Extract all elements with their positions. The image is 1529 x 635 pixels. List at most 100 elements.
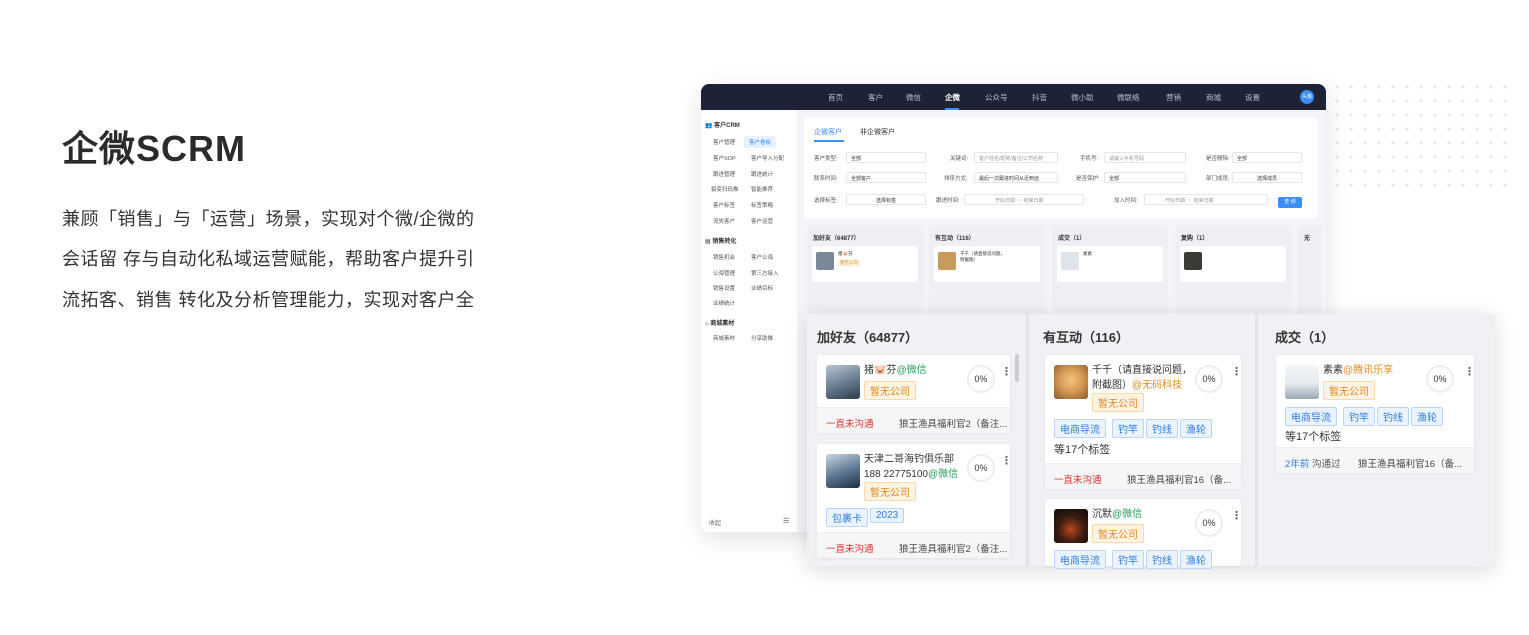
filter-label: 选择标签:: [814, 198, 838, 204]
sidebar-group-sales[interactable]: ▤ 销售转化: [705, 236, 736, 245]
menu-icon[interactable]: ☰: [783, 517, 789, 525]
nav-item-douyin[interactable]: 抖音: [1032, 92, 1047, 103]
sidebar-item[interactable]: 销售机会: [713, 253, 735, 261]
contact-status: 一直未沟通: [826, 544, 874, 555]
nav-item-home[interactable]: 首页: [828, 92, 843, 103]
tab-wecom-customers[interactable]: 企微客户: [814, 127, 842, 137]
owner-name: 狼王渔具福利官2（备注...: [899, 544, 1007, 555]
sidebar-item[interactable]: 销售设置: [713, 284, 735, 292]
column-title: 无: [1304, 236, 1311, 242]
nav-item-marketing[interactable]: 营销: [1166, 92, 1181, 103]
tag: 电商导流: [1054, 550, 1106, 569]
follow-date-range[interactable]: 开始日期 ~ 结束日期: [964, 194, 1084, 205]
more-icon[interactable]: ⋮: [1231, 509, 1242, 522]
sidebar-group-crm[interactable]: 👥 客户CRM: [705, 120, 740, 129]
card-footer: 一直未沟通 狼王渔具福利官16（备...: [1045, 463, 1241, 489]
mini-card-name: 千千（请直接说问题，附截图）: [960, 251, 1005, 262]
deleted-select[interactable]: 全部: [1232, 152, 1302, 163]
more-icon[interactable]: ⋮: [1001, 454, 1012, 467]
sidebar-item[interactable]: 跟进统计: [751, 170, 773, 178]
customer-card[interactable]: 沉默@微信 暂无公司 0% ⋮ 电商导流 钓竿 钓线 渔轮: [1045, 499, 1242, 569]
sidebar-item[interactable]: 公海管理: [713, 269, 735, 277]
tag-select[interactable]: 选择标签: [846, 194, 926, 205]
owner-name: 狼王渔具福利官16（备...: [1358, 459, 1462, 470]
customer-source: @微信: [896, 365, 927, 376]
progress-ring: 0%: [1195, 365, 1223, 393]
nav-item-settings[interactable]: 设置: [1245, 92, 1260, 103]
sidebar-item[interactable]: 商城素材: [713, 334, 735, 342]
mini-card[interactable]: 猪🐷芬 暂无公司: [812, 246, 918, 282]
more-tags-count: 等17个标签: [1285, 431, 1342, 443]
tag-list: 电商导流 钓竿 钓线 渔轮: [1054, 419, 1239, 438]
sidebar-group-mall[interactable]: ⌂ 商城素材: [705, 318, 734, 327]
kanban-zoom-panel: 加好友（64877） 猪🐷芬@微信 暂无公司 0% ⋮ 一直未沟通 狼王渔具福利…: [807, 314, 1495, 569]
sidebar-item[interactable]: 流失客户: [713, 217, 735, 225]
sidebar-item[interactable]: 分享助推: [751, 334, 773, 342]
tab-non-wecom-customers[interactable]: 非企微客户: [860, 127, 895, 137]
sidebar-item[interactable]: 客户管理: [713, 138, 735, 146]
sidebar-item[interactable]: 客户公海: [751, 253, 773, 261]
column-divider: [1026, 314, 1029, 566]
mini-card[interactable]: 素素: [1057, 246, 1163, 282]
contact-status: 2年前 沟通过: [1285, 456, 1340, 470]
kanban-column-small: 成交（1） 素素: [1052, 226, 1168, 316]
member-select[interactable]: 选择成员: [1232, 172, 1302, 183]
tag: 钓竿: [1343, 407, 1375, 426]
nav-item-official-account[interactable]: 公众号: [985, 92, 1008, 103]
nav-item-wecom[interactable]: 企微: [945, 92, 960, 103]
kanban-column-small: 无: [1298, 226, 1322, 316]
filter-label: 加入时间:: [1114, 198, 1138, 204]
nav-item-wechat[interactable]: 微信: [906, 92, 921, 103]
sidebar-item-selected[interactable]: 客户看板: [744, 136, 777, 148]
sidebar-item[interactable]: 裂变扫码推: [711, 185, 739, 193]
avatar: [1061, 252, 1079, 270]
more-icon[interactable]: ⋮: [1231, 365, 1242, 378]
customer-card[interactable]: 猪🐷芬@微信 暂无公司 0% ⋮ 一直未沟通 狼王渔具福利官2（备注...: [817, 355, 1012, 433]
column-title: 成交（1）: [1058, 236, 1086, 242]
more-icon[interactable]: ⋮: [1464, 365, 1475, 378]
sidebar-item[interactable]: 客户SOP: [713, 154, 736, 162]
customer-card[interactable]: 千千（请直接说问题，附截图）@无码科技 暂无公司 0% ⋮ 电商导流 钓竿 钓线…: [1045, 355, 1242, 489]
mini-card[interactable]: 千千（请直接说问题，附截图）: [934, 246, 1040, 282]
user-avatar[interactable]: 头像: [1300, 90, 1314, 104]
phone-input[interactable]: 请输入手机号码: [1104, 152, 1186, 163]
sidebar-item[interactable]: 业绩统计: [713, 299, 735, 307]
sidebar-collapse-button[interactable]: 收起: [709, 518, 721, 527]
sidebar-item[interactable]: 智能推荐: [751, 185, 773, 193]
card-footer: 一直未沟通 狼王渔具福利官2（备注...: [817, 407, 1010, 433]
sidebar-item[interactable]: 业绩目标: [751, 284, 773, 292]
tag: 包裹卡: [826, 508, 868, 527]
customer-name: 千千（请直接说问题，附截图）@无码科技: [1092, 363, 1192, 393]
query-button[interactable]: 查 询: [1278, 197, 1302, 208]
contact-status: 一直未沟通: [826, 419, 874, 430]
sidebar-item[interactable]: 跟进管理: [713, 170, 735, 178]
sidebar-item[interactable]: 客户导入分配: [751, 154, 784, 162]
customer-type-select[interactable]: 全部: [846, 152, 926, 163]
customer-card[interactable]: 天津二哥海钓俱乐部188 22775100@微信 暂无公司 0% ⋮ 包裹卡 2…: [817, 444, 1012, 558]
join-date-range[interactable]: 开始日期 ~ 结束日期: [1144, 194, 1268, 205]
sidebar-item[interactable]: 第三方接入: [751, 269, 779, 277]
kanban-column-small: 加好友（64877） 猪🐷芬 暂无公司: [807, 226, 923, 316]
sidebar-item[interactable]: 标签策略: [751, 201, 773, 209]
protected-select[interactable]: 全部: [1104, 172, 1186, 183]
keyword-input[interactable]: 客户姓名/昵称/备注/公司名称: [974, 152, 1058, 163]
tag: 电商导流: [1054, 419, 1106, 438]
nav-item-contact[interactable]: 微联络: [1117, 92, 1140, 103]
mini-card[interactable]: [1180, 246, 1286, 282]
sidebar-item[interactable]: 客户运营: [751, 217, 773, 225]
contact-time-select[interactable]: 全部客户: [846, 172, 926, 183]
sidebar-item[interactable]: 客户标签: [713, 201, 735, 209]
customer-source: @微信: [1112, 509, 1143, 520]
more-icon[interactable]: ⋮: [1001, 365, 1012, 378]
column-scrollbar[interactable]: [1015, 354, 1019, 382]
filter-panel: 企微客户 非企微客户 客户类型: 全部 关键词: 客户姓名/昵称/备注/公司名称…: [804, 118, 1318, 218]
nav-item-mall[interactable]: 商城: [1206, 92, 1221, 103]
sort-select[interactable]: 最后一次跟进时间从近到远: [974, 172, 1058, 183]
dot-pattern-decoration: [1330, 80, 1510, 190]
owner-name: 狼王渔具福利官16（备...: [1127, 475, 1231, 486]
nav-item-customer[interactable]: 客户: [868, 92, 883, 103]
tag: 电商导流: [1285, 407, 1337, 426]
customer-card[interactable]: 素素@腾讯乐享 暂无公司 0% ⋮ 电商导流 钓竿 钓线 渔轮 等17个标签 2…: [1276, 355, 1475, 473]
nav-item-assistant[interactable]: 微小助: [1071, 92, 1094, 103]
hero-line-2: 会话留 存与自动化私域运营赋能，帮助客户提升引: [62, 249, 475, 269]
